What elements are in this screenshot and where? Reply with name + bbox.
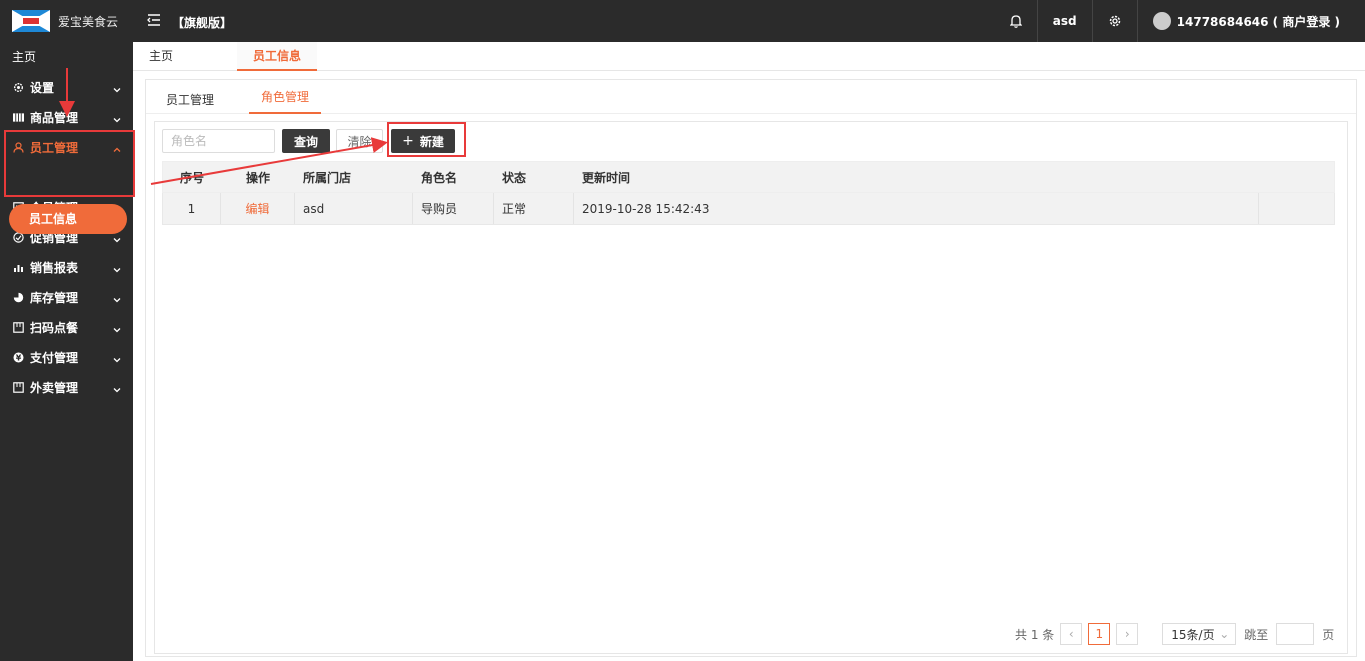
store-icon bbox=[13, 381, 24, 393]
sidebar-item-1[interactable]: 商品管理 bbox=[0, 102, 133, 132]
column-header-action: 操作 bbox=[245, 170, 270, 185]
sidebar-item-5[interactable]: 销售报表 bbox=[0, 252, 133, 282]
edition-label: 【旗舰版】 bbox=[172, 16, 233, 30]
sidebar-item-0[interactable]: 设置 bbox=[0, 72, 133, 102]
page-unit-label: 页 bbox=[1322, 627, 1335, 642]
role-table: 序号 操作 所属门店 角色名 状态 更新时间 1 编辑 asd 导购员 正常 2… bbox=[162, 161, 1335, 225]
account-label: 14778684646 ( 商户登录 ) bbox=[1176, 14, 1340, 29]
table-header: 序号 操作 所属门店 角色名 状态 更新时间 bbox=[162, 161, 1335, 193]
chevron-down-icon bbox=[113, 323, 121, 333]
brand-logo-icon bbox=[12, 10, 50, 32]
sidebar-item-6[interactable]: 库存管理 bbox=[0, 282, 133, 312]
table-row: 1 编辑 asd 导购员 正常 2019-10-28 15:42:43 bbox=[162, 193, 1335, 225]
cell-status: 正常 bbox=[494, 193, 574, 224]
chevron-down-icon: ⌄ bbox=[1219, 627, 1230, 641]
pie-chart-icon bbox=[13, 292, 24, 303]
page-size-select[interactable]: 15条/页 ⌄ bbox=[1162, 623, 1237, 645]
main-content: 主页 员工信息 员工管理 角色管理 查询 清除 + 新建 序号 操作 所属门店 … bbox=[133, 42, 1365, 661]
sidebar-item-label: 设置 bbox=[30, 80, 55, 95]
chevron-down-icon bbox=[113, 293, 121, 303]
cell-index: 1 bbox=[163, 193, 221, 224]
chevron-down-icon bbox=[113, 263, 121, 273]
query-button[interactable]: 查询 bbox=[282, 129, 330, 153]
sidebar-item-9[interactable]: 外卖管理 bbox=[0, 372, 133, 402]
prev-page-button[interactable]: ‹ bbox=[1060, 623, 1083, 645]
sidebar-item-label: 库存管理 bbox=[30, 290, 79, 305]
notification-button[interactable] bbox=[995, 0, 1037, 42]
highlight-box-new-button bbox=[387, 122, 466, 157]
svg-text:¥: ¥ bbox=[16, 353, 22, 362]
total-count: 共 1 条 bbox=[1015, 627, 1055, 642]
sidebar-item-label: 扫码点餐 bbox=[30, 320, 79, 335]
role-list-panel: 查询 清除 + 新建 序号 操作 所属门店 角色名 状态 更新时间 1 bbox=[154, 121, 1348, 654]
edit-link[interactable]: 编辑 bbox=[245, 200, 269, 217]
chevron-down-icon bbox=[113, 383, 121, 393]
sidebar-item-home[interactable]: 主页 bbox=[0, 42, 133, 72]
chevron-down-icon bbox=[113, 83, 121, 93]
sidebar-item-7[interactable]: 扫码点餐 bbox=[0, 312, 133, 342]
sidebar-item-label: 外卖管理 bbox=[30, 380, 79, 395]
barcode-icon bbox=[13, 112, 24, 123]
current-store-name: asd bbox=[1052, 14, 1077, 28]
cell-action: 编辑 bbox=[221, 193, 295, 224]
chevron-down-icon bbox=[113, 233, 121, 243]
page-number[interactable]: 1 bbox=[1088, 623, 1111, 645]
pagination: 共 1 条 ‹ 1 › 15条/页 ⌄ 跳至 页 bbox=[1015, 622, 1334, 646]
chevron-right-icon: › bbox=[1124, 627, 1130, 641]
column-header-filler bbox=[1259, 162, 1334, 192]
clear-button[interactable]: 清除 bbox=[336, 129, 383, 153]
content-panel: 员工管理 角色管理 查询 清除 + 新建 序号 操作 所属门店 角色名 状态 更… bbox=[145, 79, 1357, 657]
column-header-status: 状态 bbox=[502, 170, 527, 185]
gear-icon bbox=[1109, 15, 1120, 27]
page-tabs: 主页 员工信息 bbox=[133, 42, 1365, 71]
store-icon bbox=[13, 321, 24, 333]
bell-icon bbox=[1009, 15, 1022, 28]
jump-label: 跳至 bbox=[1244, 627, 1269, 642]
sidebar-subitem-staff-info[interactable]: 员工信息 bbox=[9, 204, 127, 234]
tab-staff-management[interactable]: 员工管理 bbox=[166, 91, 214, 108]
column-header-role: 角色名 bbox=[421, 170, 458, 185]
column-header-updated: 更新时间 bbox=[582, 170, 631, 185]
gear-icon bbox=[13, 82, 24, 93]
sidebar-item-label: 销售报表 bbox=[30, 260, 79, 275]
cell-updated: 2019-10-28 15:42:43 bbox=[574, 193, 1259, 224]
sub-tabs: 员工管理 角色管理 bbox=[146, 80, 1356, 114]
brand-name: 爱宝美食云 bbox=[58, 15, 119, 29]
page-size-value: 15条/页 bbox=[1171, 627, 1215, 642]
bar-chart-icon bbox=[13, 262, 24, 273]
chevron-left-icon: ‹ bbox=[1068, 627, 1074, 641]
cell-role: 导购员 bbox=[413, 193, 494, 224]
column-header-index: 序号 bbox=[179, 170, 204, 185]
menu-collapse-icon[interactable] bbox=[146, 12, 162, 28]
tab-staff-info[interactable]: 员工信息 bbox=[237, 42, 317, 71]
tab-role-management[interactable]: 角色管理 bbox=[249, 80, 321, 114]
role-name-search-input[interactable] bbox=[162, 129, 275, 153]
next-page-button[interactable]: › bbox=[1116, 623, 1139, 645]
settings-button[interactable] bbox=[1091, 0, 1137, 42]
tab-home[interactable]: 主页 bbox=[149, 42, 173, 71]
highlight-box-staff-menu bbox=[4, 130, 135, 197]
account-menu[interactable]: 14778684646 ( 商户登录 ) bbox=[1136, 0, 1365, 42]
top-bar: 爱宝美食云 【旗舰版】 asd 14778684646 ( 商户登录 ) bbox=[0, 0, 1365, 42]
cell-store: asd bbox=[295, 193, 413, 224]
sidebar-item-label: 商品管理 bbox=[30, 110, 79, 125]
chevron-down-icon bbox=[113, 353, 121, 363]
sidebar-item-label: 支付管理 bbox=[30, 350, 79, 365]
chevron-down-icon bbox=[113, 113, 121, 123]
yuan-coin-icon: ¥ bbox=[13, 352, 24, 363]
avatar bbox=[1152, 12, 1171, 30]
jump-page-input[interactable] bbox=[1276, 623, 1315, 645]
cell-filler bbox=[1259, 193, 1334, 224]
column-header-store: 所属门店 bbox=[303, 170, 352, 185]
sidebar-item-8[interactable]: ¥ 支付管理 bbox=[0, 342, 133, 372]
store-switcher[interactable]: asd bbox=[1036, 0, 1092, 42]
top-right-toolbar: asd 14778684646 ( 商户登录 ) bbox=[995, 0, 1365, 42]
